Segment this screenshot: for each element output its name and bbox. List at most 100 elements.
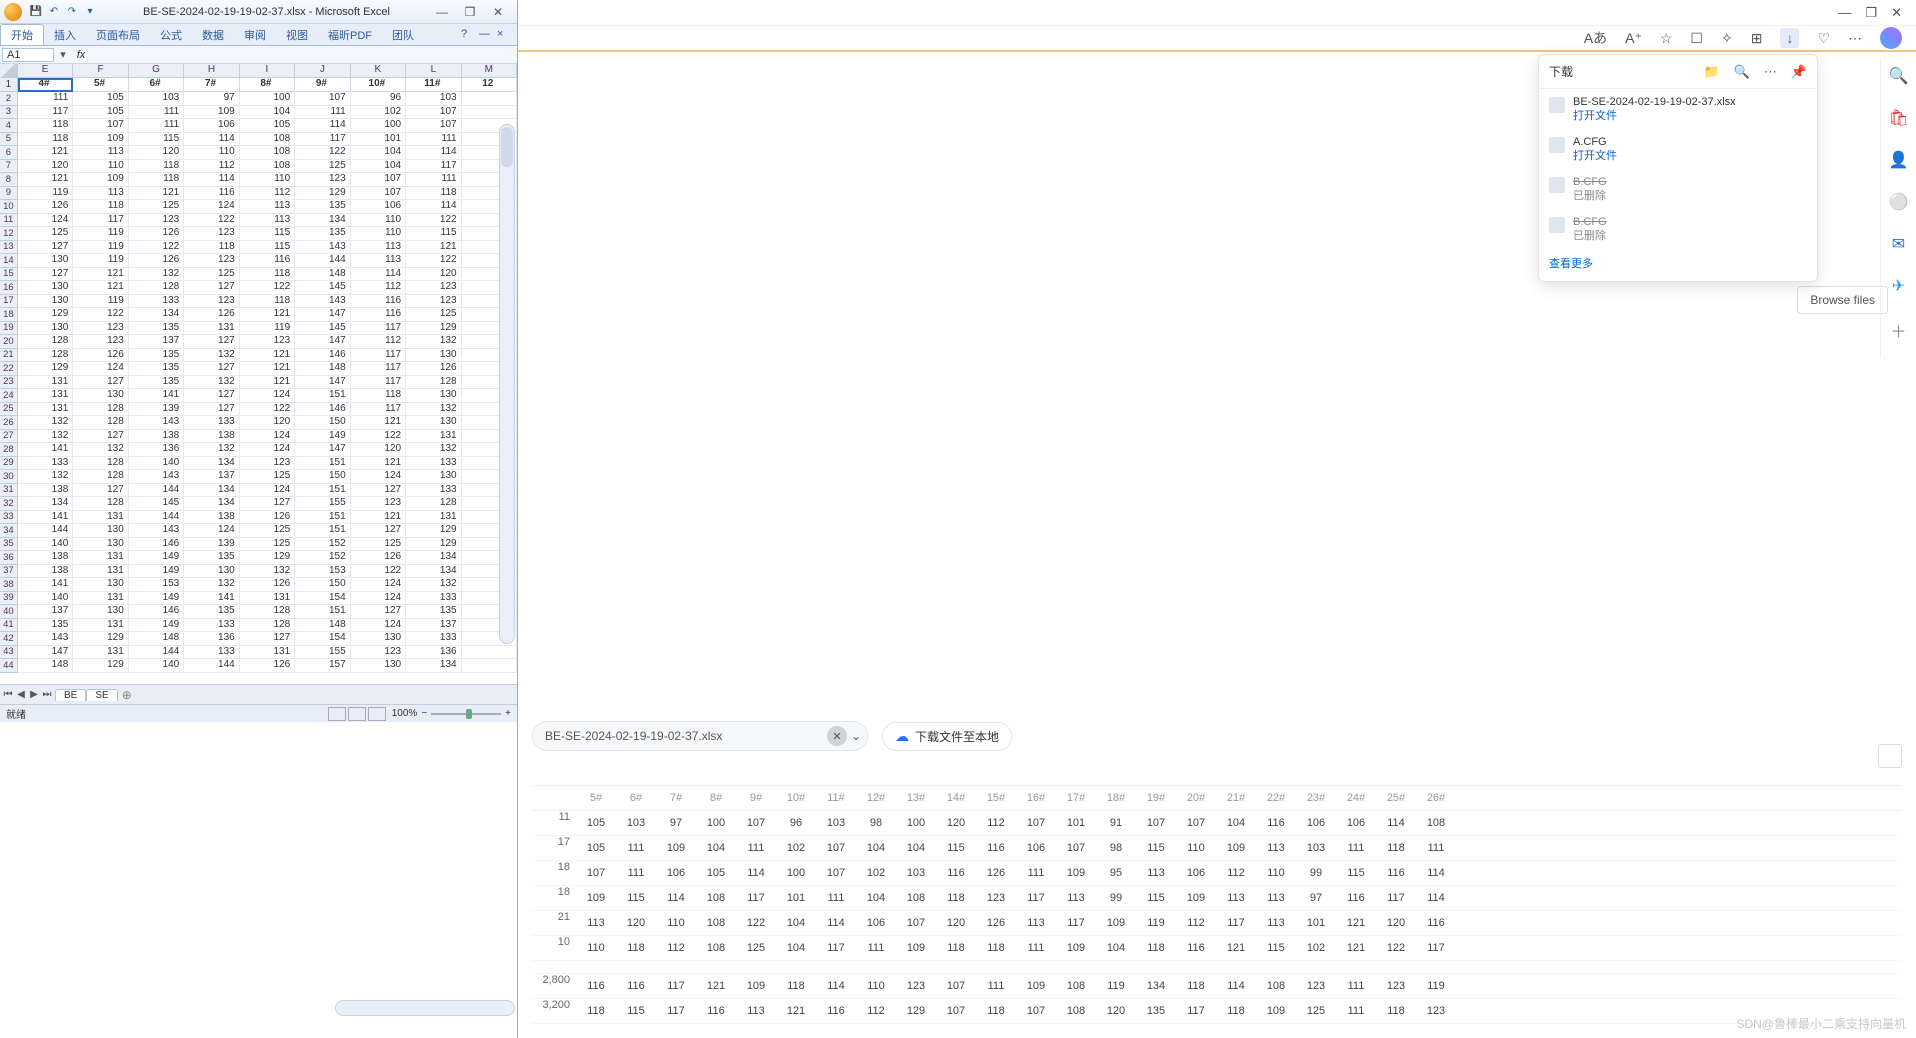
col-J[interactable]: J [295, 64, 350, 77]
view-break-icon[interactable] [368, 707, 386, 721]
cell[interactable]: 131 [18, 389, 73, 403]
cell[interactable]: 133 [406, 632, 461, 646]
cell[interactable]: 124 [184, 200, 239, 214]
redo-icon[interactable]: ↷ [64, 4, 80, 20]
cell[interactable]: 130 [351, 632, 406, 646]
cell[interactable]: 108 [240, 133, 295, 147]
header-cell[interactable]: 12 [462, 78, 517, 92]
cell[interactable]: 123 [129, 214, 184, 228]
cell[interactable]: 127 [184, 403, 239, 417]
cell[interactable]: 128 [73, 403, 128, 417]
cell[interactable]: 131 [240, 592, 295, 606]
reading-icon[interactable]: ☐ [1690, 30, 1703, 47]
ribbon-tab-view[interactable]: 视图 [276, 24, 318, 45]
cell[interactable]: 130 [18, 281, 73, 295]
cell[interactable]: 144 [295, 254, 350, 268]
downloads-more-icon[interactable]: ⋯ [1764, 64, 1777, 80]
cell[interactable]: 123 [73, 322, 128, 336]
cell[interactable]: 102 [351, 106, 406, 120]
cell[interactable]: 127 [73, 484, 128, 498]
cell[interactable]: 151 [295, 457, 350, 471]
cell[interactable]: 135 [295, 200, 350, 214]
download-local-button[interactable]: ☁ 下载文件至本地 [882, 722, 1012, 751]
cell[interactable]: 132 [184, 376, 239, 390]
cell[interactable]: 123 [351, 497, 406, 511]
cell[interactable]: 150 [295, 470, 350, 484]
cell[interactable]: 127 [351, 484, 406, 498]
cell[interactable]: 131 [406, 511, 461, 525]
cell[interactable]: 123 [73, 335, 128, 349]
fx-icon[interactable]: fx [72, 49, 90, 61]
cell[interactable]: 139 [184, 538, 239, 552]
row-header[interactable]: 34 [0, 524, 18, 538]
cell[interactable]: 126 [129, 227, 184, 241]
cell[interactable]: 128 [73, 457, 128, 471]
cell[interactable]: 103 [406, 92, 461, 106]
cell[interactable]: 122 [351, 430, 406, 444]
cell[interactable]: 146 [129, 605, 184, 619]
cell[interactable]: 104 [240, 106, 295, 120]
download-item[interactable]: B.CFG已删除 [1539, 209, 1817, 249]
new-sheet-icon[interactable]: ⊕ [122, 688, 132, 702]
cell[interactable]: 121 [240, 308, 295, 322]
ribbon-tab-insert[interactable]: 插入 [44, 24, 86, 45]
header-cell[interactable]: 10# [351, 78, 406, 92]
cell[interactable]: 116 [351, 308, 406, 322]
cell[interactable]: 135 [129, 362, 184, 376]
col-G[interactable]: G [129, 64, 184, 77]
cell[interactable]: 128 [73, 416, 128, 430]
cell[interactable]: 121 [240, 362, 295, 376]
ribbon-tab-layout[interactable]: 页面布局 [86, 24, 150, 45]
download-action[interactable]: 打开文件 [1573, 149, 1617, 163]
row-header[interactable]: 44 [0, 659, 18, 673]
row-header[interactable]: 4 [0, 119, 18, 133]
cell[interactable]: 113 [351, 241, 406, 255]
file-chip-dropdown-icon[interactable]: ⌄ [851, 729, 861, 743]
cell[interactable]: 137 [406, 619, 461, 633]
cell[interactable]: 129 [406, 538, 461, 552]
cell[interactable]: 127 [240, 497, 295, 511]
header-cell[interactable]: 11# [406, 78, 461, 92]
cell[interactable]: 124 [18, 214, 73, 228]
cell[interactable]: 141 [18, 443, 73, 457]
cell[interactable]: 127 [73, 376, 128, 390]
side-search-icon[interactable]: 🔍 [1889, 66, 1909, 86]
cell[interactable]: 130 [406, 349, 461, 363]
row-header[interactable]: 21 [0, 349, 18, 363]
cell[interactable]: 134 [406, 659, 461, 673]
sheet-tab-se[interactable]: SE [86, 689, 117, 701]
cell[interactable]: 114 [351, 268, 406, 282]
cell[interactable]: 112 [351, 281, 406, 295]
cell[interactable]: 112 [240, 187, 295, 201]
cell[interactable]: 155 [295, 497, 350, 511]
cell[interactable]: 114 [295, 119, 350, 133]
cell[interactable]: 144 [129, 511, 184, 525]
cell[interactable]: 143 [295, 241, 350, 255]
cell[interactable]: 133 [129, 295, 184, 309]
cell[interactable]: 132 [406, 443, 461, 457]
horizontal-scrollbar[interactable] [335, 1000, 515, 1016]
cell[interactable]: 120 [129, 146, 184, 160]
cell[interactable]: 149 [129, 565, 184, 579]
cell[interactable]: 131 [18, 403, 73, 417]
cell[interactable]: 115 [240, 241, 295, 255]
row-header[interactable]: 25 [0, 403, 18, 417]
cell[interactable]: 117 [73, 214, 128, 228]
cell[interactable]: 114 [406, 146, 461, 160]
sync-icon[interactable]: ♡ [1817, 30, 1830, 47]
cell[interactable]: 120 [18, 160, 73, 174]
cell[interactable]: 125 [240, 470, 295, 484]
sheet-nav-next[interactable]: ▶ [28, 689, 40, 700]
cell[interactable]: 143 [18, 632, 73, 646]
cell[interactable]: 116 [184, 187, 239, 201]
cell[interactable]: 125 [295, 160, 350, 174]
cell[interactable]: 118 [18, 119, 73, 133]
cell[interactable]: 107 [73, 119, 128, 133]
cell[interactable]: 149 [129, 619, 184, 633]
cell[interactable]: 112 [184, 160, 239, 174]
header-cell[interactable]: 8# [240, 78, 295, 92]
cell[interactable]: 124 [240, 389, 295, 403]
cell[interactable]: 154 [295, 632, 350, 646]
row-header[interactable]: 29 [0, 457, 18, 471]
col-K[interactable]: K [351, 64, 406, 77]
